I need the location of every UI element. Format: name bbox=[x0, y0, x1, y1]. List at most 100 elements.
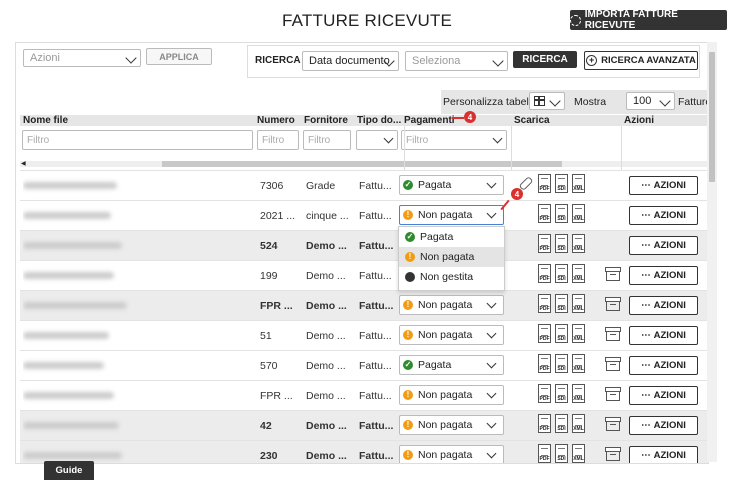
row-actions-button[interactable]: ⋯ AZIONI bbox=[629, 266, 698, 285]
sdi-file-icon[interactable]: SDI bbox=[555, 174, 568, 193]
row-actions-button[interactable]: ⋯ AZIONI bbox=[629, 356, 698, 375]
column-header-number[interactable]: Numero bbox=[257, 115, 295, 126]
pdf-file-icon[interactable]: PDF bbox=[538, 264, 551, 283]
table-config-bar: Personalizza tabella Mostra 100 Fatture bbox=[441, 90, 708, 114]
table-row[interactable]: 2021 ... cinque ... Fattu... ! Non pagata PDF… bbox=[20, 200, 708, 231]
row-actions-button[interactable]: ⋯ AZIONI bbox=[629, 326, 698, 345]
horizontal-scrollbar-thumb[interactable] bbox=[162, 161, 562, 167]
scroll-left-icon[interactable]: ◀ bbox=[21, 160, 26, 167]
pdf-file-icon[interactable]: PDF bbox=[538, 384, 551, 403]
dropdown-option-paid[interactable]: ✓ Pagata bbox=[399, 227, 504, 247]
row-actions-button[interactable]: ⋯ AZIONI bbox=[629, 416, 698, 435]
payment-status-select[interactable]: ! Non pagata bbox=[399, 385, 504, 405]
page-size-select[interactable]: 100 bbox=[626, 92, 675, 110]
archive-icon[interactable] bbox=[605, 327, 621, 341]
vertical-scrollbar-thumb[interactable] bbox=[709, 52, 715, 182]
doc-type-cell: Fattu... bbox=[359, 449, 394, 462]
xml-file-icon[interactable]: XML bbox=[572, 264, 585, 283]
archive-icon[interactable] bbox=[605, 447, 621, 461]
sdi-file-icon[interactable]: SDI bbox=[555, 354, 568, 373]
row-actions-button[interactable]: ⋯ AZIONI bbox=[629, 236, 698, 255]
column-header-file-name[interactable]: Nome file bbox=[23, 115, 68, 126]
sdi-file-icon[interactable]: SDI bbox=[555, 264, 568, 283]
pdf-file-icon[interactable]: PDF bbox=[538, 324, 551, 343]
exclamation-icon: ! bbox=[405, 252, 415, 262]
guide-button[interactable]: Guide bbox=[44, 461, 94, 480]
columns-icon bbox=[534, 96, 545, 106]
blurred-file-name bbox=[23, 362, 104, 369]
archive-icon[interactable] bbox=[605, 417, 621, 431]
xml-file-icon[interactable]: XML bbox=[572, 414, 585, 433]
payment-status-select[interactable]: ! Non pagata bbox=[399, 415, 504, 435]
sdi-file-icon[interactable]: SDI bbox=[555, 414, 568, 433]
xml-file-icon[interactable]: XML bbox=[572, 174, 585, 193]
row-actions-button[interactable]: ⋯ AZIONI bbox=[629, 206, 698, 225]
xml-file-icon[interactable]: XML bbox=[572, 294, 585, 313]
columns-select[interactable] bbox=[529, 92, 565, 110]
column-header-supplier[interactable]: Fornitore bbox=[304, 115, 348, 126]
xml-file-icon[interactable]: XML bbox=[572, 354, 585, 373]
search-field-select[interactable]: Data documento bbox=[302, 51, 399, 71]
sdi-file-icon[interactable]: SDI bbox=[555, 384, 568, 403]
xml-file-icon[interactable]: XML bbox=[572, 204, 585, 223]
advanced-search-button[interactable]: + RICERCA AVANZATA bbox=[584, 51, 698, 70]
import-invoices-button[interactable]: IMPORTA FATTURE RICEVUTE bbox=[570, 9, 727, 31]
column-header-doc-type[interactable]: Tipo do... bbox=[357, 115, 401, 126]
row-actions-button[interactable]: ⋯ AZIONI bbox=[629, 296, 698, 315]
filter-file-name[interactable]: Filtro bbox=[22, 130, 253, 150]
table-row[interactable]: 51 Demo ... Fattu... ! Non pagata PDF SDI XML ⋯ … bbox=[20, 320, 708, 351]
bulk-actions-select[interactable]: Azioni bbox=[23, 49, 141, 67]
pdf-file-icon[interactable]: PDF bbox=[538, 204, 551, 223]
table-row[interactable]: FPR ... Demo ... Fattu... ! Non pagata PDF SDI… bbox=[20, 290, 708, 321]
payment-status-select[interactable]: ! Non pagata bbox=[399, 445, 504, 463]
column-header-payments[interactable]: Pagamenti bbox=[404, 115, 455, 126]
payment-status-select[interactable]: ! Non pagata bbox=[399, 295, 504, 315]
vertical-scrollbar[interactable] bbox=[707, 42, 717, 462]
payment-status-select[interactable]: ✓ Pagata bbox=[399, 355, 504, 375]
table-row[interactable]: 199 Demo ... Fattu... PDF SDI XML ⋯ AZIONI bbox=[20, 260, 708, 291]
sdi-file-icon[interactable]: SDI bbox=[555, 444, 568, 463]
archive-icon[interactable] bbox=[605, 357, 621, 371]
payment-status-dropdown[interactable]: ✓ Pagata ! Non pagata Non gestita bbox=[398, 226, 505, 291]
filter-number[interactable]: Filtro bbox=[257, 130, 299, 150]
filter-payments[interactable]: Filtro bbox=[401, 130, 507, 150]
archive-icon[interactable] bbox=[605, 387, 621, 401]
apply-button[interactable]: APPLICA bbox=[146, 48, 212, 65]
pdf-file-icon[interactable]: PDF bbox=[538, 174, 551, 193]
table-row[interactable]: 7306 Grade Fattu... ✓ Pagata PDF SDI XML ⋯ AZION… bbox=[20, 170, 708, 201]
pdf-file-icon[interactable]: PDF bbox=[538, 354, 551, 373]
sdi-file-icon[interactable]: SDI bbox=[555, 294, 568, 313]
dropdown-option-unmanaged[interactable]: Non gestita bbox=[399, 267, 504, 287]
row-actions-button[interactable]: ⋯ AZIONI bbox=[629, 176, 698, 195]
sdi-file-icon[interactable]: SDI bbox=[555, 204, 568, 223]
dropdown-option-unpaid[interactable]: ! Non pagata bbox=[399, 247, 504, 267]
pdf-file-icon[interactable]: PDF bbox=[538, 444, 551, 463]
filter-supplier[interactable]: Filtro bbox=[303, 130, 351, 150]
row-actions-button[interactable]: ⋯ AZIONI bbox=[629, 386, 698, 405]
sdi-file-icon[interactable]: SDI bbox=[555, 234, 568, 253]
sdi-file-icon[interactable]: SDI bbox=[555, 324, 568, 343]
xml-file-icon[interactable]: XML bbox=[572, 324, 585, 343]
pdf-file-icon[interactable]: PDF bbox=[538, 414, 551, 433]
filter-doc-type[interactable] bbox=[356, 130, 398, 150]
payment-status-select[interactable]: ✓ Pagata bbox=[399, 175, 504, 195]
xml-file-icon[interactable]: XML bbox=[572, 384, 585, 403]
horizontal-scrollbar[interactable]: ◀ bbox=[20, 161, 708, 167]
table-row[interactable]: 570 Demo ... Fattu... ✓ Pagata PDF SDI XML ⋯ AZI… bbox=[20, 350, 708, 381]
archive-icon[interactable] bbox=[605, 267, 621, 281]
table-row[interactable]: FPR ... Demo ... Fattu... ! Non pagata PDF SDI… bbox=[20, 380, 708, 411]
archive-icon[interactable] bbox=[605, 297, 621, 311]
search-value-select[interactable]: Seleziona bbox=[405, 51, 508, 71]
pdf-file-icon[interactable]: PDF bbox=[538, 234, 551, 253]
table-row[interactable]: 42 Demo ... Fattu... ! Non pagata PDF SDI XML ⋯ … bbox=[20, 410, 708, 441]
file-name-cell bbox=[23, 381, 253, 410]
row-actions-button[interactable]: ⋯ AZIONI bbox=[629, 446, 698, 463]
payment-status-select[interactable]: ! Non pagata bbox=[399, 205, 504, 225]
xml-file-icon[interactable]: XML bbox=[572, 444, 585, 463]
pdf-file-icon[interactable]: PDF bbox=[538, 294, 551, 313]
table-row[interactable]: 230 Demo ... Fattu... ! Non pagata PDF SDI XML ⋯… bbox=[20, 440, 708, 463]
payment-status-select[interactable]: ! Non pagata bbox=[399, 325, 504, 345]
search-button[interactable]: RICERCA bbox=[513, 51, 577, 68]
xml-file-icon[interactable]: XML bbox=[572, 234, 585, 253]
table-row[interactable]: 524 Demo ... Fattu... PDF SDI XML ⋯ AZIONI bbox=[20, 230, 708, 261]
